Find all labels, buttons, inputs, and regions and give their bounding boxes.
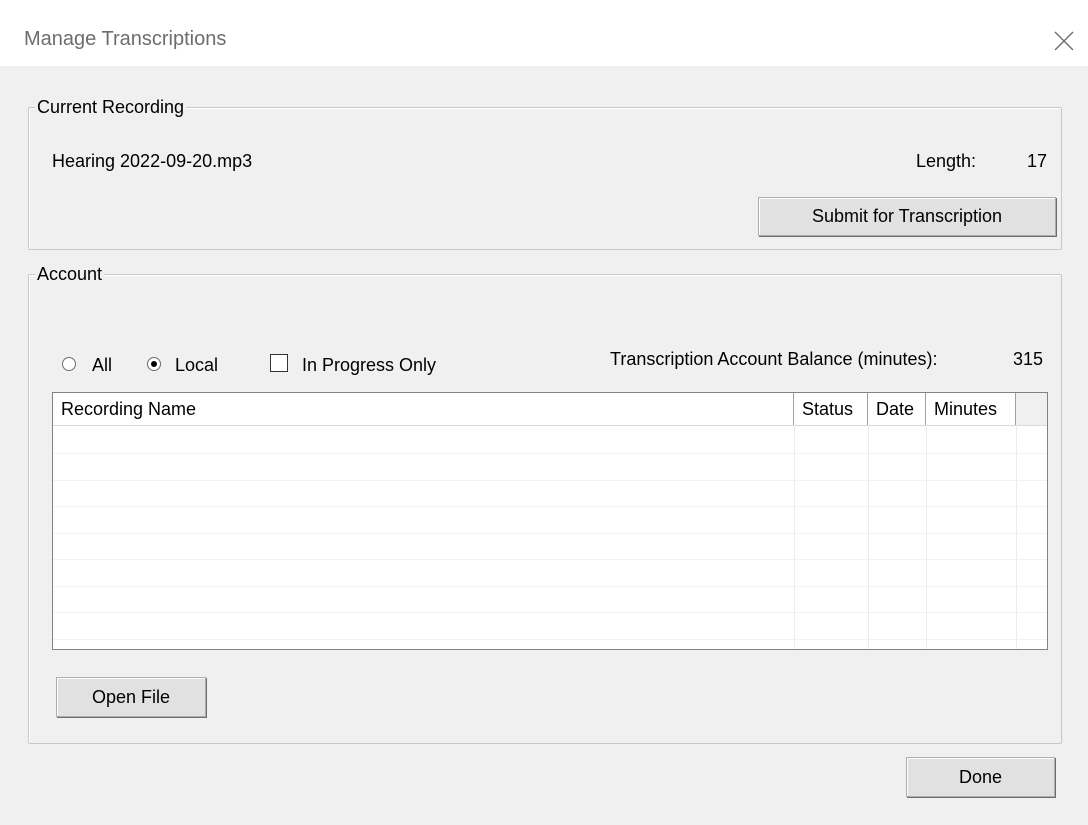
length-label: Length: (916, 151, 977, 171)
filter-all-option[interactable]: All (60, 352, 130, 376)
filter-local-radio[interactable] (147, 357, 161, 371)
submit-for-transcription-label: Submit for Transcription (811, 206, 1003, 226)
row-divider (53, 612, 1047, 613)
account-legend: Account (35, 263, 105, 285)
radio-selected-dot (151, 361, 157, 367)
filter-all-label: All (92, 355, 113, 375)
open-file-label: Open File (91, 686, 171, 707)
in-progress-only-option[interactable]: In Progress Only (268, 351, 468, 377)
balance-value: 315 (1013, 349, 1044, 369)
row-divider (53, 480, 1047, 481)
row-divider (53, 506, 1047, 507)
current-recording-legend: Current Recording (35, 96, 187, 118)
title-bar: Manage Transcriptions (0, 0, 1088, 66)
row-divider (53, 586, 1047, 587)
list-header: Recording Name Status Date Minutes (53, 393, 1047, 426)
row-divider (53, 639, 1047, 640)
dialog-client-area: Current Recording Hearing 2022-09-20.mp3… (0, 66, 1088, 825)
column-divider (1016, 425, 1017, 649)
column-header-date[interactable]: Date (868, 393, 926, 425)
open-file-button[interactable]: Open File (56, 677, 206, 717)
in-progress-only-label: In Progress Only (302, 355, 437, 375)
filter-local-option[interactable]: Local (145, 352, 235, 376)
row-divider (53, 533, 1047, 534)
done-label: Done (958, 766, 1003, 787)
close-button[interactable] (1046, 23, 1082, 59)
submit-for-transcription-button[interactable]: Submit for Transcription (758, 197, 1056, 236)
column-header-status[interactable]: Status (794, 393, 868, 425)
column-header-recording-name[interactable]: Recording Name (53, 393, 794, 425)
column-divider (794, 425, 795, 649)
recording-file-name: Hearing 2022-09-20.mp3 (52, 151, 253, 171)
column-header-minutes[interactable]: Minutes (926, 393, 1016, 425)
column-divider (868, 425, 869, 649)
balance-label: Transcription Account Balance (minutes): (610, 349, 938, 369)
done-button[interactable]: Done (906, 757, 1055, 797)
recordings-list[interactable]: Recording Name Status Date Minutes (52, 392, 1048, 650)
in-progress-only-checkbox[interactable] (270, 354, 288, 372)
filter-all-radio[interactable] (62, 357, 76, 371)
row-divider (53, 559, 1047, 560)
row-divider (53, 453, 1047, 454)
length-value: 17 (1027, 151, 1048, 171)
filter-local-label: Local (175, 355, 219, 375)
close-icon (1054, 31, 1074, 51)
window-title: Manage Transcriptions (24, 28, 227, 50)
column-divider (926, 425, 927, 649)
